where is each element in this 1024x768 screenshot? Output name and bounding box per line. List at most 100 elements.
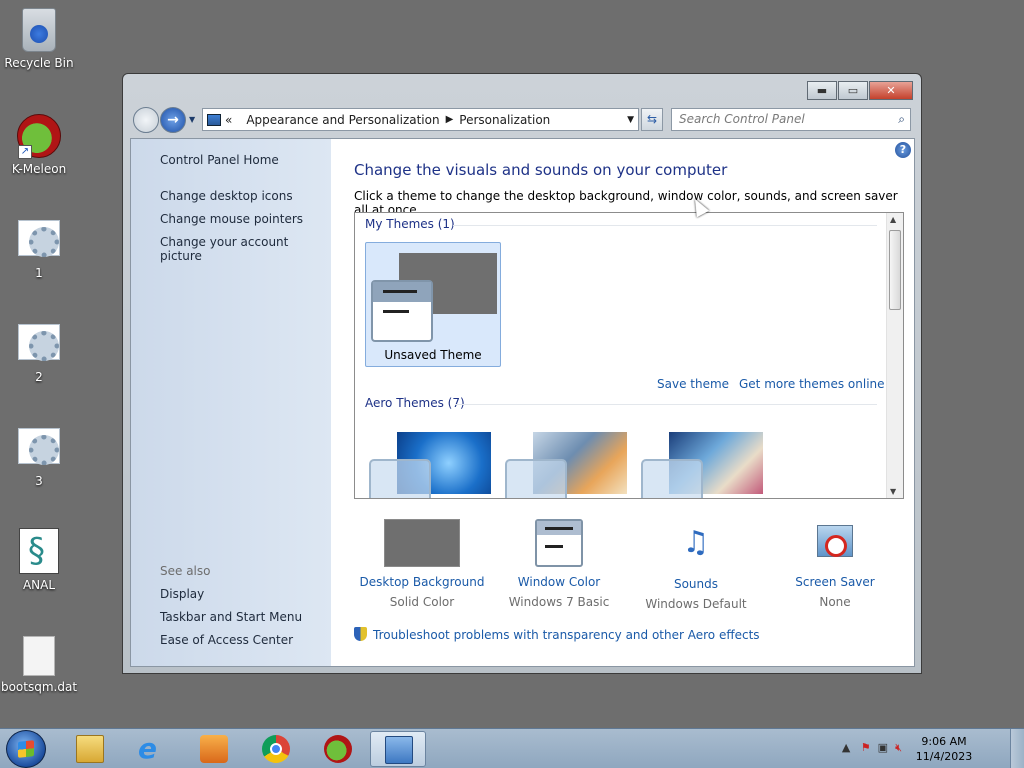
troubleshoot-label[interactable]: Troubleshoot problems with transparency … <box>373 628 760 642</box>
forward-button[interactable]: → <box>160 107 186 133</box>
group-divider <box>453 225 877 226</box>
control-panel-icon <box>385 736 413 764</box>
desktop-icon-label: 1 <box>35 266 43 280</box>
caption-buttons: ▬ ▭ ✕ <box>806 81 913 100</box>
desktop-icon-k-meleon[interactable]: ↗ K-Meleon <box>0 114 78 176</box>
theme-window-preview <box>369 459 431 498</box>
volume-muted-icon[interactable]: 🔇︎ <box>895 741 902 754</box>
action-center-icon[interactable]: ⚑ <box>861 741 871 754</box>
breadcrumb-personalization[interactable]: Personalization <box>459 113 550 127</box>
setting-value: Windows 7 Basic <box>508 595 610 609</box>
setting-title[interactable]: Window Color <box>489 575 629 589</box>
sounds-setting[interactable]: ♫ Sounds Windows Default <box>626 519 766 611</box>
window-color-icon <box>535 519 583 567</box>
setting-title[interactable]: Screen Saver <box>765 575 905 589</box>
search-input[interactable]: Search Control Panel ⌕ <box>671 108 911 131</box>
scrollbar-thumb[interactable] <box>889 230 901 310</box>
aero-theme-windows7[interactable] <box>369 432 493 498</box>
desktop-icon-3[interactable]: 3 <box>0 428 78 488</box>
search-placeholder: Search Control Panel <box>679 112 805 126</box>
network-icon[interactable]: ▣ <box>878 741 888 754</box>
setting-value: Windows Default <box>645 597 747 611</box>
back-button[interactable] <box>133 107 159 133</box>
screen-saver-setting[interactable]: Screen Saver None <box>765 519 905 609</box>
k-meleon-icon <box>324 735 352 763</box>
desktop-background-setting[interactable]: Desktop Background Solid Color <box>352 519 492 609</box>
taskbar-explorer[interactable] <box>62 731 118 767</box>
settings-file-icon <box>18 220 60 257</box>
window-color-setting[interactable]: Window Color Windows 7 Basic <box>489 519 629 609</box>
clock-date: 11/4/2023 <box>915 750 973 763</box>
taskbar: e ▲ ⚑ ▣ 🔇︎ 9:06 AM 11/4/2023 <box>0 728 1024 768</box>
taskbar-start-menu-link[interactable]: Taskbar and Start Menu <box>160 610 302 624</box>
script-file-icon <box>19 528 59 574</box>
explorer-icon <box>76 735 104 763</box>
window-client: Control Panel Home Change desktop icons … <box>130 138 915 667</box>
aero-theme-characters[interactable] <box>641 432 765 498</box>
breadcrumb-separator[interactable]: ▶ <box>446 114 454 125</box>
unsaved-theme-label: Unsaved Theme <box>384 348 482 362</box>
settings-file-icon <box>18 324 60 361</box>
close-button[interactable]: ✕ <box>869 81 913 100</box>
display-link[interactable]: Display <box>160 587 204 601</box>
address-bar[interactable]: « Appearance and Personalization ▶ Perso… <box>202 108 639 131</box>
taskbar-control-panel[interactable] <box>370 731 426 767</box>
desktop-icon-bootsqm[interactable]: bootsqm.dat <box>0 636 78 694</box>
shortcut-arrow-icon: ↗ <box>18 145 32 159</box>
taskbar-internet-explorer[interactable]: e <box>124 731 180 767</box>
breadcrumb-overflow[interactable]: « <box>225 113 232 127</box>
desktop-icon-anal[interactable]: ANAL <box>0 528 78 592</box>
theme-list-scrollbar[interactable]: ▲ ▼ <box>886 213 903 498</box>
change-mouse-pointers-link[interactable]: Change mouse pointers <box>160 212 303 226</box>
get-more-themes-link[interactable]: Get more themes online <box>739 377 885 391</box>
recent-pages-dropdown[interactable]: ▼ <box>189 115 195 124</box>
refresh-button[interactable]: ⇆ <box>641 108 663 131</box>
aero-theme-architecture[interactable] <box>505 432 629 498</box>
taskbar-media-player[interactable] <box>186 731 242 767</box>
breadcrumb-appearance[interactable]: Appearance and Personalization <box>246 113 439 127</box>
blank-file-icon <box>23 636 55 676</box>
internet-explorer-icon: e <box>138 732 157 765</box>
address-dropdown-icon[interactable]: ▼ <box>627 115 634 125</box>
media-player-icon <box>200 735 228 763</box>
theme-list: My Themes (1) Unsaved Theme Save theme G… <box>354 212 904 499</box>
desktop-icon-label: K-Meleon <box>11 162 67 176</box>
desktop-background-icon <box>384 519 460 567</box>
unsaved-theme-tile[interactable]: Unsaved Theme <box>365 242 501 367</box>
desktop-icon-1[interactable]: 1 <box>0 220 78 280</box>
control-panel-icon <box>207 113 221 126</box>
setting-value: None <box>819 595 851 609</box>
tray-icons[interactable]: ▲ ⚑ ▣ 🔇︎ <box>842 741 902 755</box>
setting-title[interactable]: Desktop Background <box>352 575 492 589</box>
start-button[interactable] <box>6 730 46 768</box>
my-themes-header: My Themes (1) <box>365 217 455 231</box>
show-desktop-button[interactable] <box>1010 729 1024 768</box>
aero-themes-header: Aero Themes (7) <box>365 396 465 410</box>
taskbar-k-meleon[interactable] <box>310 731 366 767</box>
clock[interactable]: 9:06 AM 11/4/2023 <box>914 735 974 763</box>
ease-of-access-link[interactable]: Ease of Access Center <box>160 633 293 647</box>
desktop-icon-label: Recycle Bin <box>4 56 74 70</box>
page-title: Change the visuals and sounds on your co… <box>354 161 728 179</box>
change-desktop-icons-link[interactable]: Change desktop icons <box>160 189 293 203</box>
address-row: → ▼ « Appearance and Personalization ▶ P… <box>131 106 913 134</box>
save-theme-link[interactable]: Save theme <box>657 377 729 391</box>
maximize-button[interactable]: ▭ <box>838 81 868 100</box>
search-icon[interactable]: ⌕ <box>898 109 905 130</box>
change-account-picture-link[interactable]: Change your account picture <box>160 235 331 263</box>
desktop-icon-recycle-bin[interactable]: Recycle Bin <box>0 8 78 70</box>
desktop-icon-2[interactable]: 2 <box>0 324 78 384</box>
task-pane: Control Panel Home Change desktop icons … <box>131 139 331 666</box>
setting-title[interactable]: Sounds <box>626 577 766 591</box>
troubleshoot-link[interactable]: Troubleshoot problems with transparency … <box>354 627 760 642</box>
help-icon[interactable]: ? <box>895 142 911 158</box>
clock-time: 9:06 AM <box>921 735 967 748</box>
see-also-label: See also <box>160 564 211 578</box>
control-panel-home-link[interactable]: Control Panel Home <box>160 153 279 167</box>
chrome-icon <box>262 735 290 763</box>
taskbar-chrome[interactable] <box>248 731 304 767</box>
theme-window-preview <box>371 280 433 342</box>
group-divider <box>455 404 877 405</box>
minimize-button[interactable]: ▬ <box>807 81 837 100</box>
show-hidden-icons-icon[interactable]: ▲ <box>842 741 850 754</box>
